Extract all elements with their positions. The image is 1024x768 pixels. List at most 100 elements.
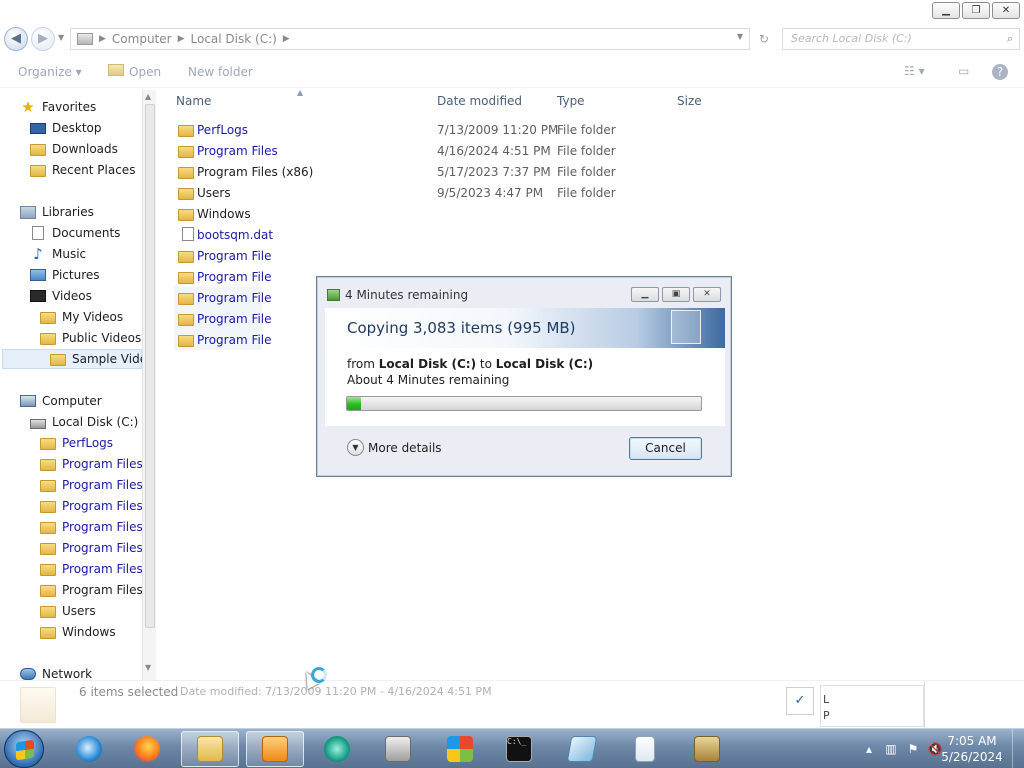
scroll-down-icon[interactable]: ▼: [145, 663, 151, 672]
file-row[interactable]: Program Files (x86) 5/17/2023 7:37 PM File…: [174, 161, 754, 182]
file-row[interactable]: Program File: [174, 245, 754, 266]
cancel-button[interactable]: Cancel: [629, 437, 702, 460]
file-row[interactable]: Program Files 4/16/2024 4:51 PM File folde…: [174, 140, 754, 161]
address-bar[interactable]: ▶ Computer ▶ Local Disk (C:) ▶ ▼: [70, 28, 750, 50]
destination-link[interactable]: Local Disk (C:): [496, 357, 593, 371]
taskbar-paint[interactable]: [553, 731, 611, 767]
start-button[interactable]: [4, 730, 44, 768]
file-name: PerfLogs: [197, 122, 249, 137]
nav-drive-folder[interactable]: Program Files -: [40, 475, 151, 495]
more-details-toggle[interactable]: ▼ More details: [347, 439, 442, 456]
nav-drive-folder[interactable]: PerfLogs: [40, 433, 113, 453]
file-row-selected[interactable]: Program File: [174, 329, 272, 350]
taskbar-internet-explorer[interactable]: [60, 731, 118, 767]
nav-drive-folder[interactable]: Program Files -: [40, 559, 151, 579]
nav-drive-folder[interactable]: Program Files: [40, 454, 143, 474]
nav-computer[interactable]: Computer: [20, 391, 102, 411]
column-header-size[interactable]: Size: [677, 94, 702, 108]
taskbar-firefox[interactable]: [118, 731, 176, 767]
preview-pane-icon[interactable]: ▭: [958, 64, 969, 78]
file-row-selected[interactable]: Program File: [174, 287, 272, 308]
nav-label: Favorites: [42, 100, 97, 114]
nav-favorites[interactable]: ★ Favorites: [20, 97, 96, 117]
forward-button[interactable]: ▶: [31, 27, 55, 51]
file-row[interactable]: Users 9/5/2023 4:47 PM File folder: [174, 182, 754, 203]
notepad-icon: [635, 736, 655, 762]
nav-documents[interactable]: Documents: [30, 223, 120, 243]
copy-animation-icon: [671, 310, 701, 344]
file-row-selected[interactable]: Program File: [174, 308, 272, 329]
breadcrumb-separator-icon[interactable]: ▶: [178, 34, 185, 44]
taskbar-notepad[interactable]: [616, 731, 674, 767]
back-button[interactable]: ◀: [4, 27, 28, 51]
nav-network[interactable]: Network: [20, 664, 92, 680]
column-header-name[interactable]: Name: [176, 94, 211, 108]
file-row[interactable]: bootsqm.dat: [174, 224, 754, 245]
taskbar-explorer[interactable]: [181, 731, 239, 767]
maximize-button[interactable]: ❐: [962, 2, 990, 19]
minimize-button[interactable]: ▁: [932, 2, 960, 19]
address-dropdown-icon[interactable]: ▼: [737, 32, 743, 41]
nav-recent-places[interactable]: Recent Places: [30, 160, 135, 180]
nav-local-disk[interactable]: Local Disk (C:): [30, 412, 138, 432]
dialog-maximize-button[interactable]: ▣: [662, 287, 690, 302]
breadcrumb-separator-icon[interactable]: ▶: [99, 34, 106, 44]
nav-drive-folder[interactable]: Program Files -: [40, 538, 151, 558]
recent-pages-dropdown-icon[interactable]: ▼: [58, 33, 64, 42]
nav-desktop[interactable]: Desktop: [30, 118, 102, 138]
nav-sample-videos[interactable]: Sample Vide: [2, 349, 147, 369]
flag-tray-icon[interactable]: ⚑: [904, 741, 922, 757]
taskbar-windows-update[interactable]: [431, 731, 489, 767]
nav-drive-folder[interactable]: Users: [40, 601, 96, 621]
nav-scrollbar[interactable]: ▲ ▼: [142, 90, 156, 680]
taskbar-disk-utility[interactable]: [369, 731, 427, 767]
dialog-close-button[interactable]: ✕: [693, 287, 721, 302]
nav-public-videos[interactable]: Public Videos: [40, 328, 141, 348]
nav-my-videos[interactable]: My Videos: [40, 307, 123, 327]
nav-videos[interactable]: Videos: [30, 286, 92, 306]
help-icon[interactable]: ?: [992, 64, 1008, 80]
taskbar-clock[interactable]: 7:05 AM 5/26/2024: [936, 733, 1008, 765]
organize-button[interactable]: Organize ▾: [18, 65, 82, 79]
nav-music[interactable]: ♪ Music: [30, 244, 86, 264]
file-name: Program File: [197, 269, 272, 284]
network-tray-icon[interactable]: ▥: [882, 741, 900, 757]
nav-drive-folder[interactable]: Windows: [40, 622, 116, 642]
search-icon[interactable]: ⌕: [1007, 29, 1013, 49]
nav-drive-folder[interactable]: Program Files -: [40, 496, 151, 516]
new-folder-button[interactable]: New folder: [188, 65, 253, 79]
show-desktop-button[interactable]: [1012, 729, 1024, 768]
search-input[interactable]: Search Local Disk (C:) ⌕: [782, 28, 1020, 50]
open-button[interactable]: Open: [129, 65, 161, 79]
computer-icon: [20, 395, 36, 407]
column-header-type[interactable]: Type: [557, 94, 585, 108]
folder-icon: [178, 314, 194, 326]
breadcrumb-local-disk[interactable]: Local Disk (C:): [191, 32, 277, 46]
taskbar-archive[interactable]: [678, 731, 736, 767]
change-view-icon[interactable]: ☷ ▾: [904, 64, 925, 78]
desktop-icon: [30, 122, 46, 134]
taskbar-media-player[interactable]: [246, 731, 304, 767]
taskbar-command-prompt[interactable]: C:\_: [490, 731, 548, 767]
breadcrumb-computer[interactable]: Computer: [112, 32, 172, 46]
documents-icon: [32, 226, 44, 240]
scrollbar-thumb[interactable]: [145, 104, 155, 628]
column-header-date-modified[interactable]: Date modified: [437, 94, 522, 108]
file-row[interactable]: Windows: [174, 203, 754, 224]
taskbar-media-center[interactable]: [308, 731, 366, 767]
checkmark-icon[interactable]: ✓: [786, 687, 814, 715]
nav-drive-folder[interactable]: Program Files -: [40, 517, 151, 537]
dialog-minimize-button[interactable]: ▁: [631, 287, 659, 302]
file-row[interactable]: PerfLogs 7/13/2009 11:20 PM File folder: [174, 119, 754, 140]
nav-downloads[interactable]: Downloads: [30, 139, 118, 159]
refresh-icon[interactable]: ↻: [752, 28, 776, 50]
nav-drive-folder[interactable]: Program Files (: [40, 580, 151, 600]
scroll-up-icon[interactable]: ▲: [145, 92, 151, 101]
show-hidden-icons-icon[interactable]: ▴: [860, 741, 878, 757]
firefox-icon: [134, 736, 160, 762]
breadcrumb-separator-icon[interactable]: ▶: [283, 34, 290, 44]
close-button[interactable]: ✕: [992, 2, 1020, 19]
nav-pictures[interactable]: Pictures: [30, 265, 100, 285]
nav-libraries[interactable]: Libraries: [20, 202, 94, 222]
source-link[interactable]: Local Disk (C:): [379, 357, 476, 371]
